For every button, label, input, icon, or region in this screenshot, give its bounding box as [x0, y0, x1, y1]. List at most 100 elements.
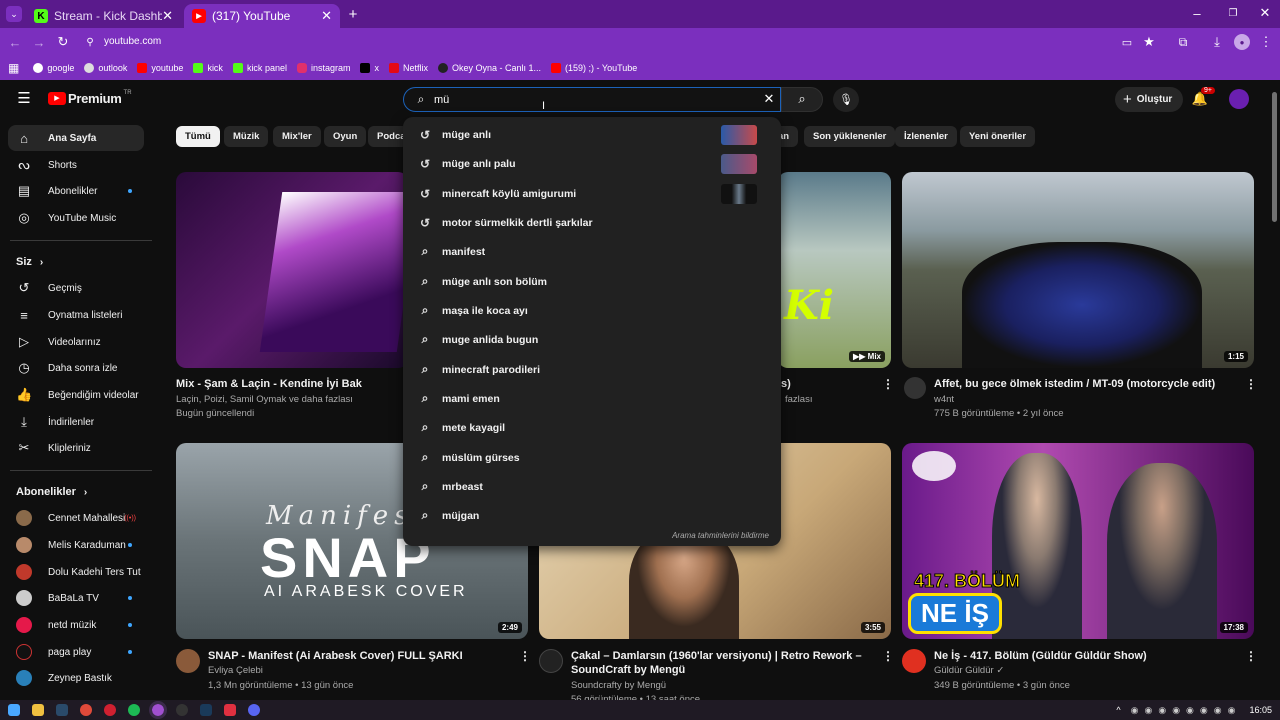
- apps-grid-icon[interactable]: ▦: [8, 61, 19, 75]
- bookmark-x[interactable]: x: [360, 63, 379, 73]
- subscription-babala-tv[interactable]: BaBaLa TV: [8, 585, 144, 611]
- more-options-icon[interactable]: ⋮: [519, 649, 531, 663]
- chip-gaming[interactable]: Oyun: [324, 126, 367, 147]
- valorant-icon[interactable]: [224, 704, 236, 716]
- system-tray[interactable]: ^ ◉◉◉◉◉◉◉◉ 16:05: [1116, 705, 1272, 716]
- chrome-icon[interactable]: [80, 704, 92, 716]
- video-thumbnail[interactable]: Ki ▶︎▶︎ Mix: [778, 172, 891, 368]
- search-button[interactable]: ⌕: [781, 87, 823, 112]
- create-button[interactable]: + Oluştur: [1115, 87, 1183, 112]
- site-info-icon[interactable]: ⚲: [84, 35, 96, 49]
- video-title[interactable]: Ne İş - 417. Bölüm (Güldür Güldür Show): [934, 649, 1234, 663]
- subscription-melis-karaduman[interactable]: Melis Karaduman: [8, 532, 144, 558]
- video-channel[interactable]: Laçin, Poizi, Samil Oymak ve daha fazlas…: [176, 393, 406, 407]
- sidebar-item-clips[interactable]: ✂ Klipleriniz: [8, 435, 144, 461]
- suggestion-item[interactable]: ↺ minercaft köylü amigurumi: [403, 179, 781, 208]
- subscription-zeynep-bastik[interactable]: Zeynep Bastık: [8, 665, 144, 691]
- close-icon[interactable]: ✕: [162, 8, 173, 24]
- chevron-up-icon[interactable]: ^: [1116, 705, 1120, 715]
- chip-all[interactable]: Tümü: [176, 126, 220, 147]
- video-channel[interactable]: w4nt: [934, 393, 954, 407]
- chip-mixes[interactable]: Mix'ler: [273, 126, 321, 147]
- sidebar-item-downloads[interactable]: ⤓ İndirilenler: [8, 409, 144, 435]
- bookmark-star-icon[interactable]: ★: [1142, 34, 1156, 50]
- extensions-icon[interactable]: ⧉: [1176, 34, 1190, 50]
- url-field[interactable]: youtube.com: [104, 36, 161, 47]
- voice-search-button[interactable]: 🎙: [833, 87, 859, 112]
- channel-avatar[interactable]: [176, 649, 200, 673]
- sidebar-item-your-videos[interactable]: ▷ Videolarınız: [8, 329, 144, 355]
- suggestion-item[interactable]: ⌕ müslüm gürses: [403, 443, 781, 472]
- windows-start-icon[interactable]: [8, 704, 20, 716]
- bookmark-google[interactable]: google: [33, 63, 74, 73]
- download-icon[interactable]: ⤓: [1210, 34, 1224, 50]
- tab-youtube[interactable]: ▶ (317) YouTube ✕: [184, 4, 340, 28]
- bookmark-netflix[interactable]: Netflix: [388, 63, 428, 73]
- chrome-active-icon[interactable]: [149, 701, 167, 719]
- video-title[interactable]: Mix - Şam & Laçin - Kendine İyi Bak: [176, 377, 406, 391]
- suggestion-item[interactable]: ⌕ manifest: [403, 237, 781, 266]
- steam-icon[interactable]: [56, 704, 68, 716]
- file-explorer-icon[interactable]: [32, 704, 44, 716]
- sidebar-item-history[interactable]: ↺ Geçmiş: [8, 275, 144, 301]
- menu-dots-icon[interactable]: ⋮: [1260, 34, 1273, 50]
- steam-icon[interactable]: [200, 704, 212, 716]
- cast-icon[interactable]: ▭: [1120, 35, 1134, 49]
- chip-music[interactable]: Müzik: [224, 126, 269, 147]
- report-predictions-link[interactable]: Arama tahminlerini bildirme: [672, 531, 769, 540]
- spotify-icon[interactable]: [128, 704, 140, 716]
- suggestion-item[interactable]: ⌕ mami emen: [403, 384, 781, 413]
- notifications-button[interactable]: 🔔 9+: [1192, 87, 1215, 109]
- discord-icon[interactable]: [248, 704, 260, 716]
- subscription-cennet-mahallesi[interactable]: Cennet Mahallesi ((•)): [8, 505, 144, 531]
- clock[interactable]: 16:05: [1249, 705, 1272, 715]
- sidebar-item-liked-videos[interactable]: 👍 Beğendiğim videolar: [8, 382, 144, 408]
- suggestion-item[interactable]: ⌕ müge anlı son bölüm: [403, 267, 781, 296]
- clear-search-icon[interactable]: ✕: [762, 91, 776, 106]
- youtube-logo[interactable]: ▶ Premium TR: [48, 90, 132, 106]
- sidebar-item-playlists[interactable]: ≡ Oynatma listeleri: [8, 302, 144, 328]
- video-title[interactable]: Affet, bu gece ölmek istedim / MT-09 (mo…: [934, 377, 1234, 391]
- chip-watched[interactable]: İzlenenler: [895, 126, 957, 147]
- sidebar-item-home[interactable]: ⌂ Ana Sayfa: [8, 125, 144, 151]
- video-thumbnail[interactable]: [176, 172, 408, 368]
- back-icon[interactable]: ←: [8, 34, 22, 50]
- search-input[interactable]: mü: [434, 94, 449, 106]
- video-channel[interactable]: Güldür Güldür ✓: [934, 664, 1004, 678]
- bookmark-okey[interactable]: Okey Oyna - Canlı 1...: [438, 63, 541, 73]
- video-channel[interactable]: Soundcrafty by Mengü: [571, 679, 666, 693]
- subscription-dolu-kadehi[interactable]: Dolu Kadehi Ters Tut: [8, 559, 144, 585]
- bookmark-kick[interactable]: kick: [193, 63, 223, 73]
- suggestion-item[interactable]: ⌕ maşa ile koca ayı: [403, 296, 781, 325]
- page-scrollbar[interactable]: [1272, 92, 1277, 222]
- video-title[interactable]: s): [781, 377, 791, 391]
- video-channel[interactable]: fazlası: [785, 393, 812, 407]
- opera-icon[interactable]: [104, 704, 116, 716]
- sidebar-item-youtube-music[interactable]: ◎ YouTube Music: [8, 205, 144, 231]
- suggestion-item[interactable]: ↺ motor sürmelkik dertli şarkılar: [403, 208, 781, 237]
- bookmark-instagram[interactable]: instagram: [296, 63, 350, 73]
- subscription-paga-play[interactable]: paga play: [8, 639, 144, 665]
- restore-icon[interactable]: ❐: [1226, 5, 1240, 21]
- forward-icon[interactable]: →: [32, 34, 46, 50]
- more-options-icon[interactable]: ⋮: [882, 649, 894, 663]
- tab-search-icon[interactable]: ⌄: [6, 6, 22, 22]
- hamburger-menu-icon[interactable]: ☰: [16, 90, 32, 107]
- suggestion-item[interactable]: ↺ müge anlı palu: [403, 149, 781, 178]
- profile-icon[interactable]: ●: [1234, 34, 1250, 50]
- video-title[interactable]: Çakal – Damlarsın (1960'lar versiyonu) |…: [571, 649, 871, 677]
- chip-recently-uploaded[interactable]: Son yüklenenler: [804, 126, 896, 147]
- video-thumbnail[interactable]: 1:15: [902, 172, 1254, 368]
- sidebar-item-shorts[interactable]: ᔓ Shorts: [8, 152, 144, 178]
- suggestion-item[interactable]: ⌕ müjgan: [403, 501, 781, 530]
- suggestion-item[interactable]: ⌕ mrbeast: [403, 472, 781, 501]
- sidebar-section-you[interactable]: Siz ›: [16, 256, 43, 268]
- channel-avatar[interactable]: [539, 649, 563, 673]
- sidebar-item-subscriptions[interactable]: ▤ Abonelikler: [8, 178, 144, 204]
- close-icon[interactable]: ✕: [321, 8, 332, 24]
- suggestion-item[interactable]: ⌕ minecraft parodileri: [403, 355, 781, 384]
- more-options-icon[interactable]: ⋮: [882, 377, 894, 391]
- chip-new-to-you[interactable]: Yeni öneriler: [960, 126, 1036, 147]
- avatar[interactable]: [1229, 89, 1249, 109]
- sidebar-section-subscriptions[interactable]: Abonelikler ›: [16, 486, 87, 498]
